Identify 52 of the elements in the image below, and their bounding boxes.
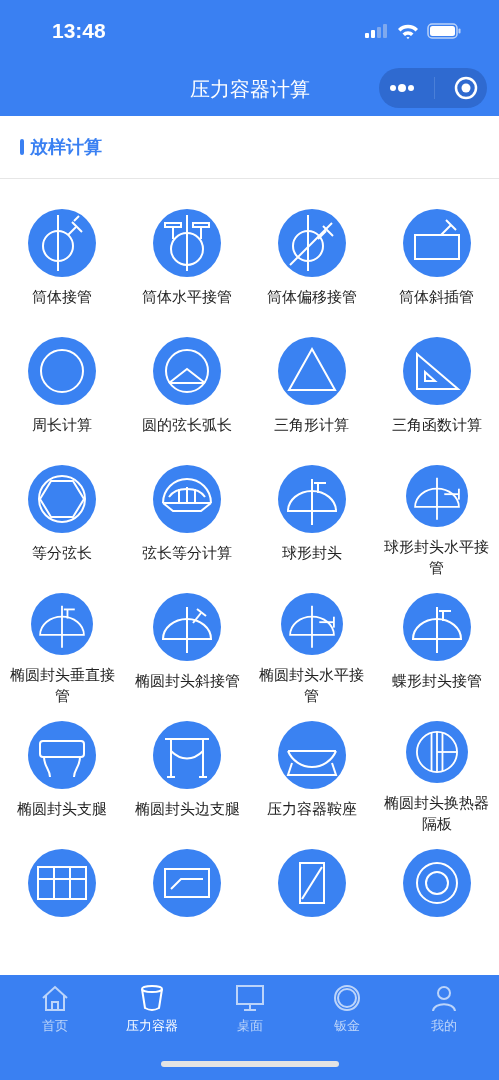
tool-label: 三角形计算	[273, 415, 351, 436]
tool-label: 筒体偏移接管	[265, 287, 358, 308]
rectangle-pipe-icon[interactable]	[402, 209, 471, 277]
tool-label: 筒体水平接管	[141, 287, 234, 308]
tool-label: 三角函数计算	[390, 415, 483, 436]
slot-icon[interactable]	[153, 849, 222, 917]
ring-icon	[331, 983, 362, 1013]
dome-pipe-icon[interactable]	[277, 465, 346, 533]
double-ring-icon[interactable]	[402, 849, 471, 917]
tool-label: 椭圆封头换热器隔板	[383, 793, 491, 835]
circle-pipe-icon[interactable]	[28, 209, 97, 277]
page-title: 压力容器计算	[189, 75, 310, 103]
tool-label: 椭圆封头支腿	[16, 799, 109, 820]
tool-label: 等分弦长	[31, 543, 94, 564]
more-icon[interactable]	[388, 84, 415, 92]
tool-label: 球形封头水平接管	[383, 537, 491, 579]
tool-label: 椭圆封头边支腿	[133, 799, 241, 820]
circle-diagonal-pipe-icon[interactable]	[277, 209, 346, 277]
tool-label: 圆的弦长弧长	[141, 415, 234, 436]
tool-label: 椭圆封头垂直接管	[8, 665, 116, 707]
tool-label: 椭圆封头水平接管	[258, 665, 366, 707]
grid-icon[interactable]	[28, 849, 97, 917]
battery-icon	[427, 23, 461, 39]
tab-button[interactable]: 首页	[6, 975, 104, 1045]
saddle-icon[interactable]	[277, 721, 346, 789]
tool-label: 椭圆封头斜接管	[133, 671, 241, 692]
tool-label: 周长计算	[31, 415, 94, 436]
tool-label: 压力容器鞍座	[265, 799, 358, 820]
wifi-icon	[397, 23, 419, 39]
tab-button[interactable]: 钣金	[298, 975, 396, 1045]
frame-legs-icon[interactable]	[153, 721, 222, 789]
dome-legs-icon[interactable]	[28, 721, 97, 789]
monitor-icon	[234, 983, 265, 1013]
signal-icon	[365, 24, 389, 38]
target-icon[interactable]	[453, 76, 478, 100]
tool-label: 筒体接管	[31, 287, 94, 308]
dome-pipe-icon[interactable]	[402, 593, 471, 661]
circle-chord-icon[interactable]	[153, 337, 222, 405]
tool-label: 弦长等分计算	[141, 543, 234, 564]
arch-icon[interactable]	[153, 465, 222, 533]
section-title: 放样计算	[30, 135, 102, 159]
tool-label: 筒体斜插管	[398, 287, 476, 308]
accent-bar	[20, 139, 24, 155]
circle-flanges-icon[interactable]	[153, 209, 222, 277]
tab-button[interactable]: 桌面	[200, 975, 299, 1045]
tab-button[interactable]: 我的	[395, 975, 494, 1045]
tool-label: 球形封头	[280, 543, 343, 564]
status-time: 13:48	[52, 19, 106, 43]
tool-label: 蝶形封头接管	[390, 671, 483, 692]
circle-icon[interactable]	[28, 337, 97, 405]
dome-slanted-pipe-icon[interactable]	[153, 593, 222, 661]
tab-button[interactable]: 压力容器	[103, 975, 201, 1045]
